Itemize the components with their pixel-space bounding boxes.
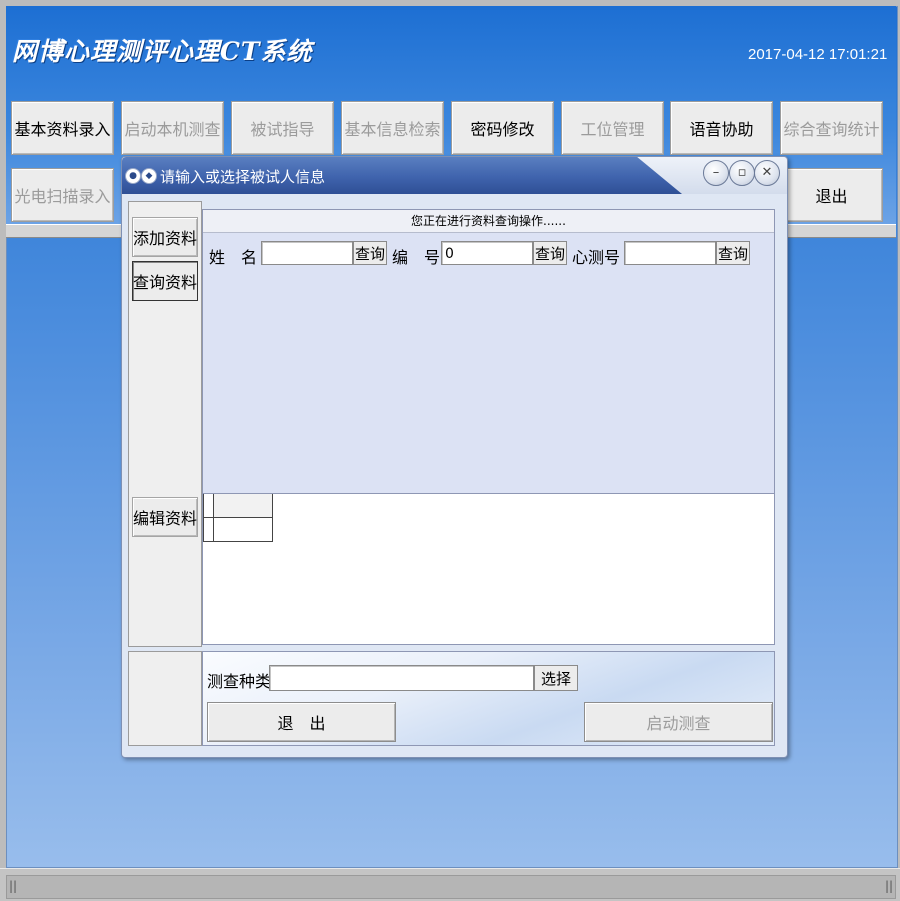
operation-status-text: 您正在进行资料查询操作...... — [203, 210, 774, 233]
add-record-button[interactable]: 添加资料 — [132, 217, 198, 257]
ct-number-label: 心测号 — [572, 248, 621, 267]
grid-column-header[interactable] — [213, 494, 273, 518]
voice-assist-button[interactable]: 语音协助 — [670, 101, 773, 155]
results-grid[interactable] — [202, 493, 775, 645]
name-label: 姓 名 — [209, 248, 258, 267]
edit-record-button[interactable]: 编辑资料 — [132, 497, 198, 537]
query-panel: 您正在进行资料查询操作...... 姓 名 查询 编 号 0 查询 心测号 查询 — [202, 209, 775, 494]
name-input[interactable] — [261, 241, 353, 265]
status-panel: || || — [6, 875, 896, 899]
basic-info-search-button[interactable]: 基本信息检索 — [341, 101, 444, 155]
datetime-display: 2017-04-12 17:01:21 — [748, 46, 888, 63]
name-query-button[interactable]: 查询 — [353, 241, 387, 265]
start-test-button[interactable]: 启动测查 — [584, 702, 773, 742]
app-title: 网博心理测评心理CT系统 — [12, 37, 313, 66]
dialog-menu-icon[interactable]: ● — [125, 168, 141, 184]
test-type-label: 测查种类 — [207, 672, 272, 691]
test-type-input[interactable] — [269, 665, 534, 691]
subject-guide-button[interactable]: 被试指导 — [231, 101, 334, 155]
ct-number-input[interactable] — [624, 241, 716, 265]
restore-icon[interactable]: ▫ — [729, 160, 755, 186]
id-query-button[interactable]: 查询 — [533, 241, 567, 265]
dialog-title: 请输入或选择被试人信息 — [160, 168, 326, 186]
subject-info-dialog: ● ◆ 请输入或选择被试人信息 – ▫ ✕ 添加资料 查询资料 编辑资料 您正在… — [121, 156, 788, 758]
optical-scan-entry-button[interactable]: 光电扫描录入 — [11, 168, 114, 222]
test-launch-panel: 测查种类 选择 退 出 启动测查 — [202, 651, 775, 746]
password-change-button[interactable]: 密码修改 — [451, 101, 554, 155]
dialog-titlebar[interactable]: ● ◆ 请输入或选择被试人信息 – ▫ ✕ — [122, 157, 787, 194]
test-type-select-button[interactable]: 选择 — [534, 665, 578, 691]
start-local-test-button[interactable]: 启动本机测查 — [121, 101, 224, 155]
bottom-side-panel — [128, 651, 202, 746]
comprehensive-stats-button[interactable]: 综合查询统计 — [780, 101, 883, 155]
grid-cell[interactable] — [213, 517, 273, 542]
ct-number-query-button[interactable]: 查询 — [716, 241, 750, 265]
query-record-button[interactable]: 查询资料 — [132, 261, 198, 301]
side-button-panel: 添加资料 查询资料 编辑资料 — [128, 201, 202, 647]
workstation-manage-button[interactable]: 工位管理 — [561, 101, 664, 155]
close-icon[interactable]: ✕ — [754, 160, 780, 186]
basic-info-entry-button[interactable]: 基本资料录入 — [11, 101, 114, 155]
id-input[interactable]: 0 — [441, 241, 533, 265]
id-label: 编 号 — [392, 248, 441, 267]
dialog-pin-icon[interactable]: ◆ — [141, 168, 157, 184]
status-grip-icon: || — [885, 879, 894, 893]
exit-button[interactable]: 退出 — [780, 168, 883, 222]
status-grip-icon: || — [9, 879, 18, 893]
status-bar: || || — [0, 868, 900, 901]
minimize-icon[interactable]: – — [703, 160, 729, 186]
dialog-exit-button[interactable]: 退 出 — [207, 702, 396, 742]
